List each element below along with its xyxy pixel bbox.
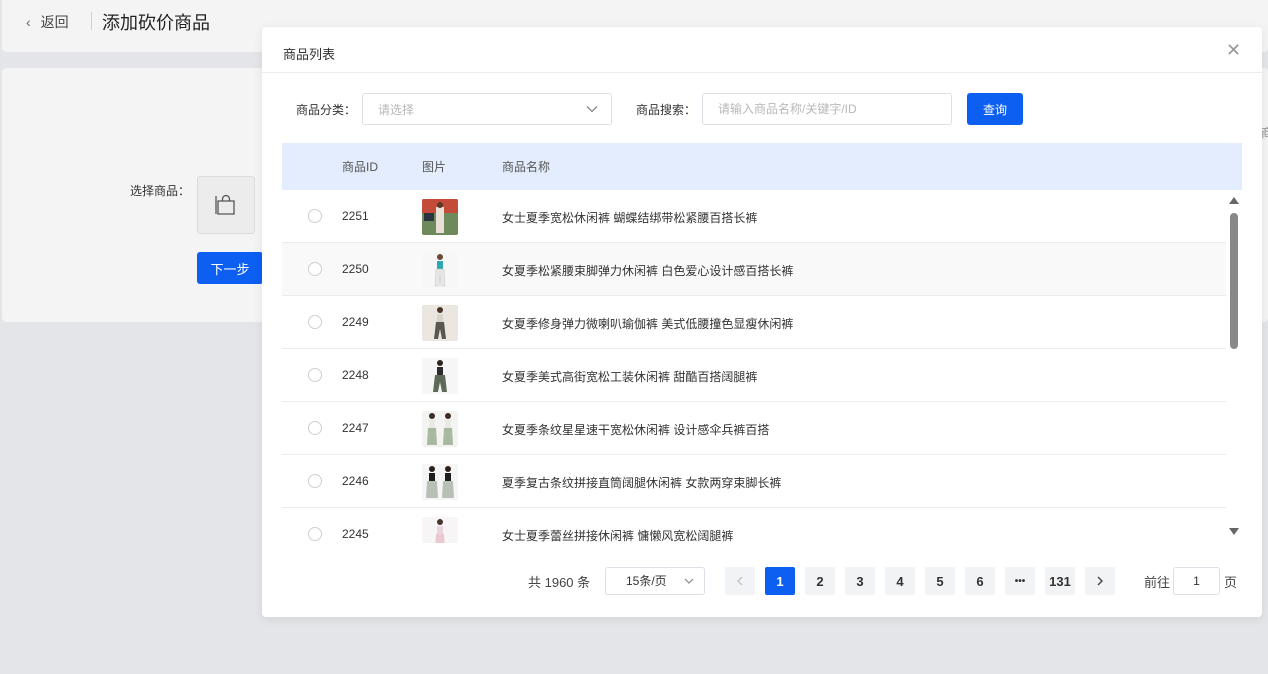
column-header-image: 图片 bbox=[422, 160, 447, 174]
search-input[interactable] bbox=[702, 93, 952, 125]
product-thumbnail bbox=[422, 358, 458, 394]
close-icon[interactable]: ✕ bbox=[1226, 41, 1241, 59]
table-header: 商品ID 图片 商品名称 bbox=[282, 143, 1242, 190]
table-row[interactable]: 2248 女夏季美式高街宽松工装休闲裤 甜酷百搭阔腿裤 bbox=[282, 349, 1226, 402]
back-label: 返回 bbox=[40, 14, 69, 30]
shopping-bag-icon bbox=[215, 194, 235, 215]
page-button-6[interactable]: 6 bbox=[965, 567, 995, 595]
row-id: 2250 bbox=[342, 262, 369, 276]
chevron-down-icon bbox=[586, 106, 598, 113]
chevron-left-icon bbox=[737, 576, 743, 586]
search-label: 商品搜索： bbox=[636, 103, 697, 117]
chevron-down-icon bbox=[684, 578, 694, 584]
query-button[interactable]: 查询 bbox=[967, 93, 1023, 125]
page-size-value: 15条/页 bbox=[626, 574, 667, 588]
table-row[interactable]: 2247 女夏季条纹星星速干宽松休闲裤 设计感伞兵裤百搭 bbox=[282, 402, 1226, 455]
page-button-5[interactable]: 5 bbox=[925, 567, 955, 595]
table-row[interactable]: 2250 女夏季松紧腰束脚弹力休闲裤 白色爱心设计感百搭长裤 bbox=[282, 243, 1226, 296]
category-label: 商品分类： bbox=[296, 103, 357, 117]
modal-divider bbox=[262, 72, 1262, 73]
row-name: 夏季复古条纹拼接直筒阔腿休闲裤 女款两穿束脚长裤 bbox=[502, 476, 782, 490]
page-button-131[interactable]: 131 bbox=[1045, 567, 1075, 595]
column-header-id: 商品ID bbox=[342, 160, 379, 174]
table-row[interactable]: 2251 女士夏季宽松休闲裤 蝴蝶结绑带松紧腰百搭长裤 bbox=[282, 190, 1226, 243]
back-button[interactable]: ‹ 返回 bbox=[26, 12, 69, 32]
row-id: 2245 bbox=[342, 527, 369, 541]
row-id: 2249 bbox=[342, 315, 369, 329]
product-thumbnail bbox=[422, 305, 458, 341]
goto-unit: 页 bbox=[1224, 575, 1238, 590]
modal-title: 商品列表 bbox=[283, 47, 336, 62]
next-page-button[interactable] bbox=[1085, 567, 1115, 595]
category-select[interactable]: 请选择 bbox=[362, 93, 612, 125]
chevron-right-icon bbox=[1097, 576, 1103, 586]
scroll-up-arrow-icon[interactable] bbox=[1229, 197, 1239, 204]
pagination: 共 1960 条 15条/页 1 2 3 4 5 6 ••• 131 前往 页 bbox=[262, 567, 1262, 595]
row-name: 女夏季修身弹力微喇叭瑜伽裤 美式低腰撞色显瘦休闲裤 bbox=[502, 317, 794, 331]
product-list-modal: 商品列表 ✕ 商品分类： 请选择 商品搜索： 查询 商品ID 图片 商品名称 2… bbox=[262, 27, 1262, 617]
product-thumbnail bbox=[422, 517, 458, 543]
edge-text: 商 bbox=[1261, 126, 1268, 140]
row-radio[interactable] bbox=[308, 474, 322, 488]
scrollbar-thumb[interactable] bbox=[1230, 213, 1238, 349]
row-radio[interactable] bbox=[308, 421, 322, 435]
row-id: 2246 bbox=[342, 474, 369, 488]
page-button-2[interactable]: 2 bbox=[805, 567, 835, 595]
page-button-3[interactable]: 3 bbox=[845, 567, 875, 595]
total-count: 共 1960 条 bbox=[528, 575, 591, 590]
page-button-4[interactable]: 4 bbox=[885, 567, 915, 595]
vertical-scrollbar[interactable] bbox=[1226, 190, 1242, 543]
row-name: 女夏季条纹星星速干宽松休闲裤 设计感伞兵裤百搭 bbox=[502, 423, 770, 437]
product-thumbnail bbox=[422, 199, 458, 235]
scroll-down-arrow-icon[interactable] bbox=[1229, 528, 1239, 535]
header-divider bbox=[91, 12, 92, 30]
chevron-left-icon: ‹ bbox=[26, 14, 31, 30]
more-pages-button[interactable]: ••• bbox=[1005, 567, 1035, 595]
row-name: 女士夏季蕾丝拼接休闲裤 慵懒风宽松阔腿裤 bbox=[502, 529, 734, 543]
row-radio[interactable] bbox=[308, 368, 322, 382]
table-row[interactable]: 2249 女夏季修身弹力微喇叭瑜伽裤 美式低腰撞色显瘦休闲裤 bbox=[282, 296, 1226, 349]
row-radio[interactable] bbox=[308, 262, 322, 276]
row-radio[interactable] bbox=[308, 527, 322, 541]
row-radio[interactable] bbox=[308, 209, 322, 223]
row-id: 2248 bbox=[342, 368, 369, 382]
next-step-button[interactable]: 下一步 bbox=[197, 252, 263, 284]
product-thumbnail bbox=[422, 252, 458, 288]
product-thumbnail bbox=[422, 464, 458, 500]
column-header-name: 商品名称 bbox=[502, 160, 551, 174]
table-row[interactable]: 2246 夏季复古条纹拼接直筒阔腿休闲裤 女款两穿束脚长裤 bbox=[282, 455, 1226, 508]
select-goods-label: 选择商品： bbox=[130, 184, 191, 198]
page-button-1[interactable]: 1 bbox=[765, 567, 795, 595]
table-row[interactable]: 2245 女士夏季蕾丝拼接休闲裤 慵懒风宽松阔腿裤 bbox=[282, 508, 1226, 543]
product-thumbnail bbox=[422, 411, 458, 447]
goto-page-input[interactable] bbox=[1173, 567, 1220, 595]
row-name: 女士夏季宽松休闲裤 蝴蝶结绑带松紧腰百搭长裤 bbox=[502, 211, 758, 225]
row-name: 女夏季美式高街宽松工装休闲裤 甜酷百搭阔腿裤 bbox=[502, 370, 758, 384]
prev-page-button[interactable] bbox=[725, 567, 755, 595]
table-body: 2251 女士夏季宽松休闲裤 蝴蝶结绑带松紧腰百搭长裤 2250 女夏季松紧腰束… bbox=[282, 190, 1226, 543]
page-size-select[interactable]: 15条/页 bbox=[605, 567, 705, 595]
product-table: 商品ID 图片 商品名称 2251 女士夏季宽松休闲裤 蝴蝶结绑带松紧腰百搭长裤… bbox=[282, 143, 1242, 543]
category-placeholder: 请选择 bbox=[378, 102, 415, 117]
select-goods-box[interactable] bbox=[197, 176, 255, 234]
goto-label: 前往 bbox=[1144, 575, 1171, 590]
row-id: 2247 bbox=[342, 421, 369, 435]
row-radio[interactable] bbox=[308, 315, 322, 329]
row-name: 女夏季松紧腰束脚弹力休闲裤 白色爱心设计感百搭长裤 bbox=[502, 264, 794, 278]
row-id: 2251 bbox=[342, 209, 369, 223]
page-title: 添加砍价商品 bbox=[102, 13, 210, 33]
